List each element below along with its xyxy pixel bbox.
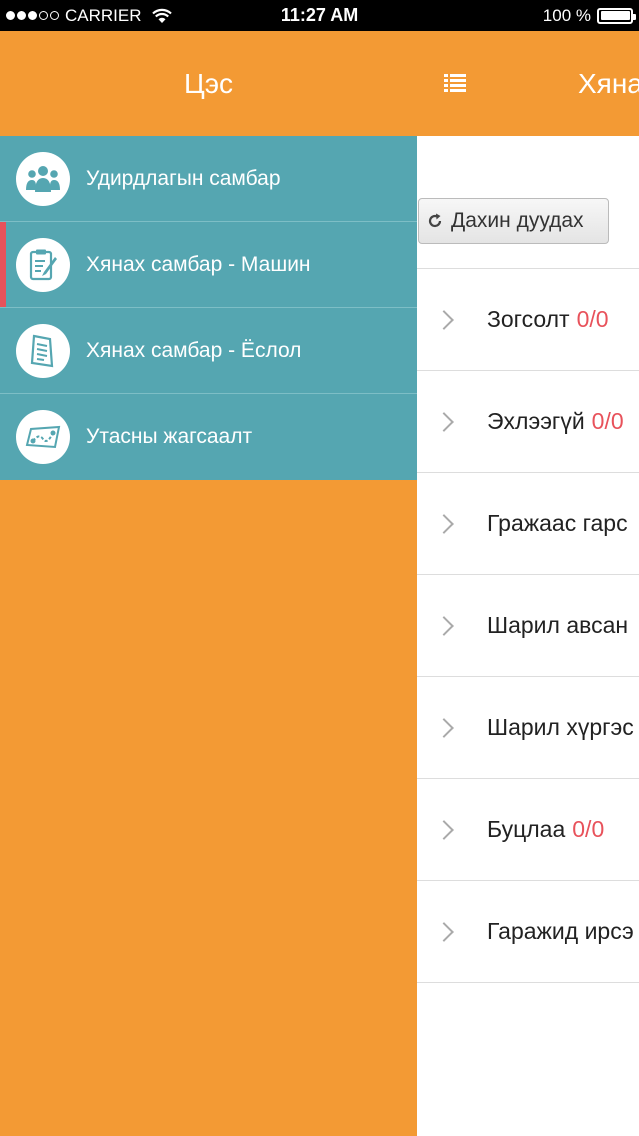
sidebar-item-label: Утасны жагсаалт bbox=[86, 425, 253, 448]
battery-icon bbox=[597, 7, 636, 24]
status-list: Зогсолт 0/0 Эхлээгүй 0/0 Гражаас гарс Ша… bbox=[417, 268, 639, 983]
list-item-label: Зогсолт bbox=[487, 306, 570, 332]
chevron-right-icon bbox=[434, 921, 454, 942]
clipboard-icon bbox=[16, 237, 70, 292]
sidebar-item-phone-list[interactable]: Утасны жагсаалт bbox=[0, 394, 417, 480]
reload-button[interactable]: Дахин дуудах bbox=[418, 198, 609, 244]
list-item[interactable]: Гражаас гарс bbox=[417, 473, 639, 575]
list-icon[interactable] bbox=[444, 73, 466, 93]
list-item[interactable]: Зогсолт 0/0 bbox=[417, 269, 639, 371]
list-item-label: Гражаас гарс bbox=[487, 510, 628, 536]
list-item[interactable]: Эхлээгүй 0/0 bbox=[417, 371, 639, 473]
chevron-right-icon bbox=[434, 513, 454, 534]
header: Цэс Хяна bbox=[0, 31, 639, 136]
list-item[interactable]: Гаражид ирсэ bbox=[417, 881, 639, 983]
reload-label: Дахин дуудах bbox=[451, 209, 584, 232]
list-item[interactable]: Буцлаа 0/0 bbox=[417, 779, 639, 881]
refresh-icon bbox=[428, 213, 442, 228]
menu-title: Цэс bbox=[184, 68, 233, 99]
sidebar-item-label: Удирдлагын самбар bbox=[86, 166, 281, 190]
group-icon bbox=[16, 151, 70, 206]
list-item-count: 0/0 bbox=[591, 408, 624, 434]
sidebar-item-dashboard[interactable]: Удирдлагын самбар bbox=[0, 136, 417, 222]
list-item-label: Гаражид ирсэ bbox=[487, 918, 634, 944]
status-bar: CARRIER 11:27 AM 100 % bbox=[0, 0, 639, 31]
map-route-icon bbox=[16, 410, 70, 464]
main-panel: Дахин дуудах Зогсолт 0/0 Эхлээгүй 0/0 Гр… bbox=[417, 136, 639, 1136]
chevron-right-icon bbox=[434, 819, 454, 840]
status-right: 100 % bbox=[542, 0, 636, 31]
battery-percent: 100 % bbox=[542, 5, 591, 25]
list-item-label: Буцлаа bbox=[487, 816, 566, 842]
chevron-right-icon bbox=[434, 615, 454, 636]
battery-fill bbox=[600, 11, 630, 20]
side-menu: Удирдлагын самбар Хянах самбар - Машин Х… bbox=[0, 136, 417, 480]
page-title: Хяна bbox=[578, 68, 639, 99]
sidebar-item-monitor-ceremony[interactable]: Хянах самбар - Ёслол bbox=[0, 308, 417, 394]
list-item-label: Шарил авсан bbox=[487, 612, 629, 638]
list-item[interactable]: Шарил авсан bbox=[417, 575, 639, 677]
chevron-right-icon bbox=[434, 309, 454, 330]
list-item-label: Эхлээгүй bbox=[487, 408, 585, 434]
sidebar-item-label: Хянах самбар - Машин bbox=[86, 252, 311, 276]
sidebar-item-label: Хянах самбар - Ёслол bbox=[86, 338, 302, 362]
list-item-count: 0/0 bbox=[572, 816, 605, 842]
document-icon bbox=[16, 323, 70, 378]
sidebar-item-monitor-car[interactable]: Хянах самбар - Машин bbox=[0, 222, 417, 308]
list-item-count: 0/0 bbox=[576, 306, 609, 332]
list-item[interactable]: Шарил хүргэс bbox=[417, 677, 639, 779]
list-item-label: Шарил хүргэс bbox=[487, 714, 634, 740]
chevron-right-icon bbox=[434, 411, 454, 432]
chevron-right-icon bbox=[434, 717, 454, 738]
